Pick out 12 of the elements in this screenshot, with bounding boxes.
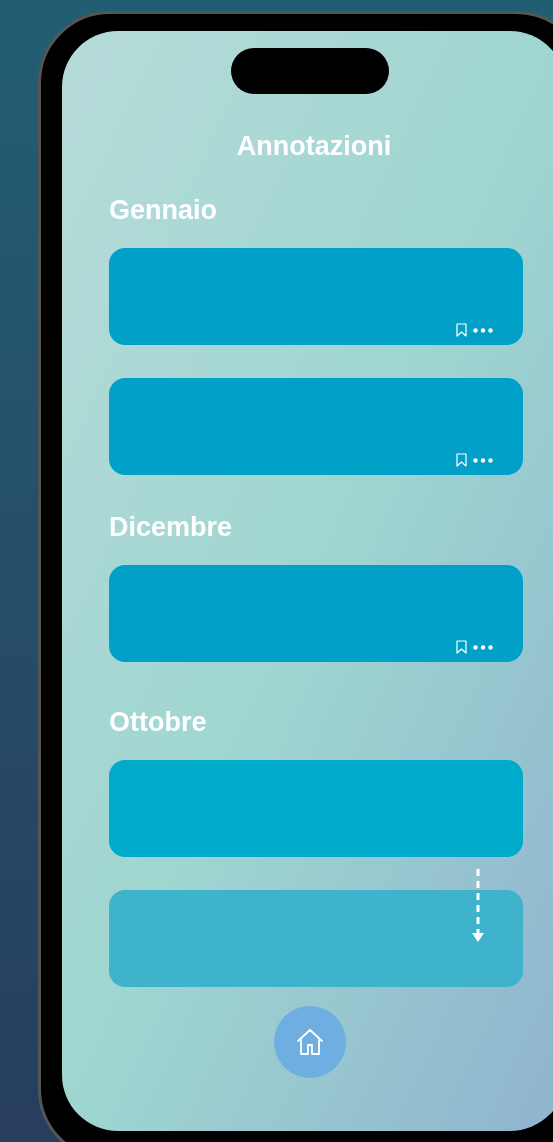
more-icon[interactable] bbox=[473, 327, 493, 333]
month-heading: Gennaio bbox=[109, 194, 218, 226]
screen-title: Annotazioni bbox=[236, 130, 392, 162]
home-icon bbox=[295, 1027, 325, 1057]
bookmark-icon[interactable] bbox=[456, 323, 467, 337]
bookmark-icon[interactable] bbox=[456, 453, 467, 467]
more-icon[interactable] bbox=[473, 644, 493, 650]
more-icon[interactable] bbox=[473, 457, 493, 463]
bookmark-icon[interactable] bbox=[456, 640, 467, 654]
month-heading: Dicembre bbox=[109, 511, 234, 543]
scroll-down-arrow-icon bbox=[471, 869, 485, 943]
month-heading: Ottobre bbox=[109, 706, 208, 738]
